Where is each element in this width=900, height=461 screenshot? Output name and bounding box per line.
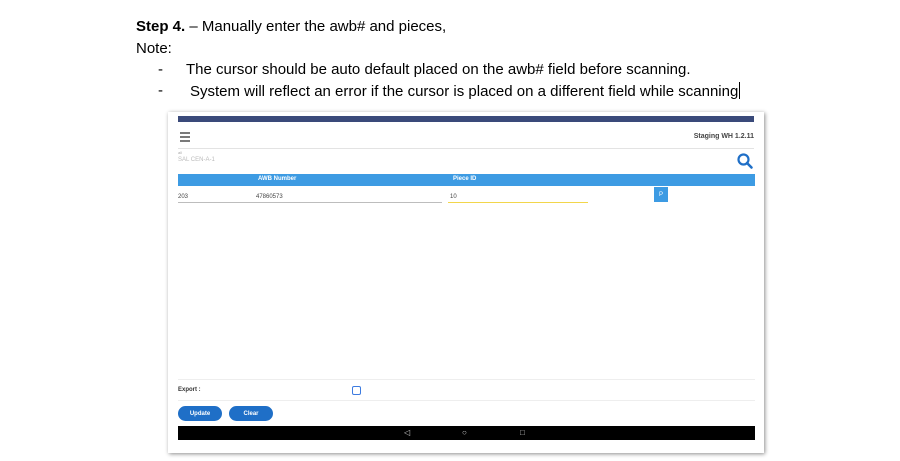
bullet-text: System will reflect an error if the curs… — [190, 83, 739, 100]
document-page: Step 4. – Manually enter the awb# and pi… — [0, 0, 900, 461]
text-caret — [739, 82, 741, 99]
piece-id-field[interactable]: 10 — [450, 194, 457, 200]
sub-label: all — [178, 150, 183, 155]
awb-prefix-field[interactable]: 203 — [178, 194, 188, 200]
update-button[interactable]: Update — [178, 406, 222, 421]
app-version: Staging WH 1.2.11 — [693, 133, 754, 140]
column-header-awb: AWB Number — [258, 176, 297, 182]
note-label: Note: — [136, 40, 172, 57]
column-header-piece-id: Piece ID — [453, 176, 477, 182]
awb-number-field[interactable]: 47860573 — [256, 194, 283, 200]
export-row: Export : — [178, 379, 755, 401]
step-heading: Step 4. – Manually enter the awb# and pi… — [136, 18, 446, 35]
export-checkbox[interactable] — [352, 386, 361, 395]
table-header: AWB Number Piece ID — [178, 174, 755, 186]
export-label: Export : — [178, 387, 201, 393]
app-bar: Staging WH 1.2.11 — [178, 122, 754, 149]
location-label: SAL CEN-A-1 — [178, 157, 215, 163]
nav-home-icon[interactable]: ○ — [462, 429, 467, 437]
step-label: Step 4. — [136, 18, 186, 35]
piece-action-button[interactable]: P — [654, 187, 668, 202]
nav-recent-icon[interactable]: □ — [520, 429, 525, 437]
bullet-dash: - — [158, 61, 163, 78]
system-nav-bar: ◁ ○ □ — [178, 426, 755, 440]
step-text: – Manually enter the awb# and pieces, — [185, 18, 447, 35]
app-screenshot: Staging WH 1.2.11 all SAL CEN-A-1 AWB Nu… — [168, 112, 764, 453]
awb-field-underline — [178, 202, 442, 203]
bullet-dash: - — [158, 82, 163, 99]
piece-field-underline-active — [448, 202, 588, 203]
bullet-text-with-caret: System will reflect an error if the curs… — [190, 82, 741, 100]
hamburger-menu-icon[interactable] — [180, 132, 190, 142]
nav-back-icon[interactable]: ◁ — [404, 429, 410, 437]
search-icon[interactable] — [736, 152, 754, 170]
clear-button[interactable]: Clear — [229, 406, 273, 421]
bullet-text: The cursor should be auto default placed… — [186, 61, 691, 78]
table-row: 203 47860573 10 — [178, 190, 755, 204]
